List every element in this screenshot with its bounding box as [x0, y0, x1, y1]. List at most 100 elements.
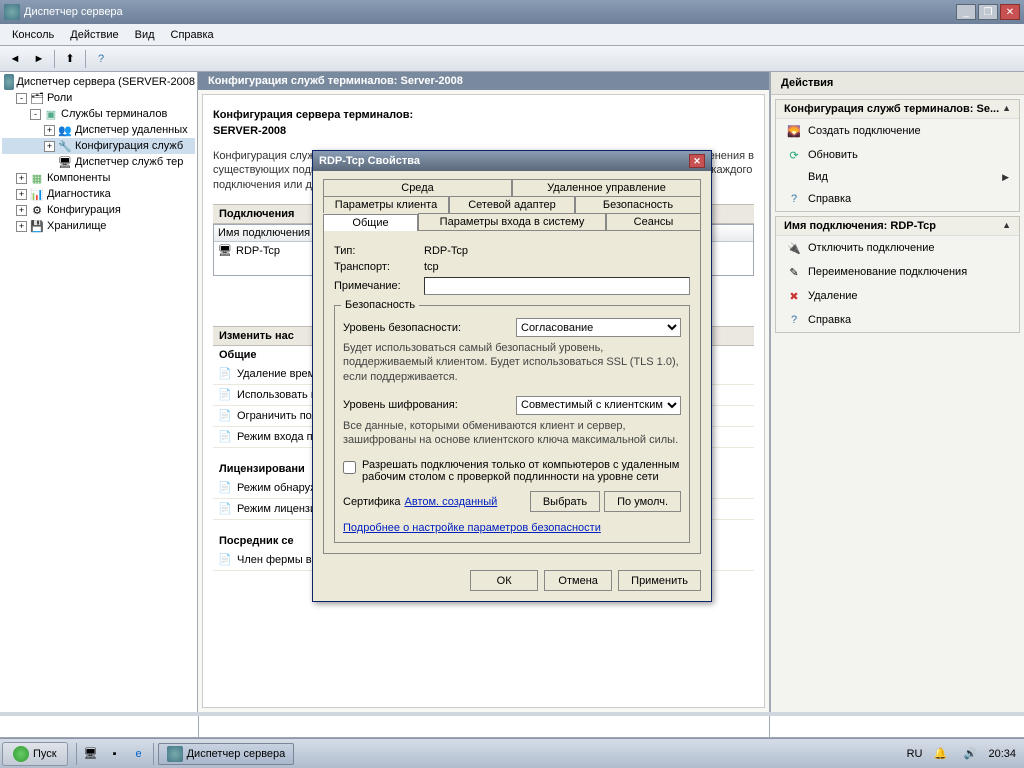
action-create[interactable]: 🌄Создать подключение — [776, 119, 1019, 143]
cert-link[interactable]: Автом. созданный — [405, 496, 498, 508]
note-input[interactable] — [424, 277, 690, 295]
tabs-row3: Общие Параметры входа в систему Сеансы — [323, 213, 701, 230]
tree-terminal-services[interactable]: - ▣ Службы терминалов — [2, 106, 195, 122]
dialog-titlebar[interactable]: RDP-Tcp Свойства ✕ — [313, 151, 711, 171]
sec-level-select[interactable]: Согласование — [516, 318, 681, 337]
action-view[interactable]: Вид▶ — [776, 167, 1019, 187]
nav-forward-button[interactable]: ► — [28, 49, 50, 69]
nla-label: Разрешать подключения только от компьюте… — [362, 459, 681, 483]
menu-action[interactable]: Действие — [62, 27, 126, 43]
expand-icon[interactable]: + — [16, 205, 27, 216]
action-delete[interactable]: ✖Удаление — [776, 284, 1019, 308]
task-server-manager[interactable]: Диспетчер сервера — [158, 743, 295, 765]
menu-help[interactable]: Справка — [163, 27, 222, 43]
ok-button[interactable]: ОК — [470, 570, 538, 591]
maximize-button[interactable]: ❐ — [978, 4, 998, 20]
taskbar: Пуск 🖥 ▪ e Диспетчер сервера RU 🔔 🔊 20:3… — [0, 738, 1024, 768]
tree-components[interactable]: + ▦ Компоненты — [2, 170, 195, 186]
more-security-link[interactable]: Подробнее о настройке параметров безопас… — [343, 522, 601, 534]
quicklaunch-cmd-icon[interactable]: ▪ — [105, 744, 125, 764]
minimize-button[interactable]: _ — [956, 4, 976, 20]
server-icon — [4, 74, 14, 90]
clock[interactable]: 20:34 — [988, 748, 1016, 760]
enc-select[interactable]: Совместимый с клиентским — [516, 396, 681, 415]
action-refresh[interactable]: ⟳Обновить — [776, 143, 1019, 167]
disable-icon: 🔌 — [786, 240, 802, 256]
action-disable[interactable]: 🔌Отключить подключение — [776, 236, 1019, 260]
tscfg-icon: 🔧 — [57, 138, 73, 154]
tab-client[interactable]: Параметры клиента — [323, 196, 449, 213]
apply-button[interactable]: Применить — [618, 570, 701, 591]
nla-checkbox[interactable] — [343, 461, 356, 474]
menu-console[interactable]: Консоль — [4, 27, 62, 43]
help-button[interactable]: ? — [90, 49, 112, 69]
delete-icon: ✖ — [786, 288, 802, 304]
tree-storage[interactable]: + 💾 Хранилище — [2, 218, 195, 234]
sunrise-icon: 🌄 — [786, 123, 802, 139]
close-button[interactable]: ✕ — [1000, 4, 1020, 20]
tree-diagnostics[interactable]: + 📊 Диагностика — [2, 186, 195, 202]
tray-volume-icon[interactable]: 🔊 — [960, 744, 980, 764]
bottom-splitter[interactable] — [0, 712, 1024, 738]
type-label: Тип: — [334, 245, 424, 257]
tab-general[interactable]: Общие — [323, 214, 418, 231]
security-group: Безопасность Уровень безопасности: Согла… — [334, 305, 690, 543]
tree-roles[interactable]: - 🗂 Роли — [2, 90, 195, 106]
expand-icon[interactable]: + — [16, 189, 27, 200]
actions-pane: Действия Конфигурация служб терминалов: … — [770, 72, 1024, 712]
expand-icon[interactable]: + — [44, 125, 55, 136]
expand-icon[interactable]: + — [44, 141, 55, 152]
system-tray: RU 🔔 🔊 20:34 — [901, 744, 1022, 764]
menu-view[interactable]: Вид — [127, 27, 163, 43]
actions-group2-header[interactable]: Имя подключения: RDP-Tcp▲ — [776, 217, 1019, 236]
tab-logon[interactable]: Параметры входа в систему — [418, 213, 606, 230]
collapse-icon[interactable]: - — [30, 109, 41, 120]
tree-ts-server[interactable]: 🖥 Диспетчер служб тер — [2, 154, 195, 170]
rename-icon: ✎ — [786, 264, 802, 280]
quicklaunch-ie-icon[interactable]: e — [129, 744, 149, 764]
tree-root[interactable]: Диспетчер сервера (SERVER-2008 — [2, 74, 195, 90]
ts-icon: ▣ — [43, 106, 59, 122]
default-cert-button[interactable]: По умолч. — [604, 491, 681, 512]
tab-remote[interactable]: Удаленное управление — [512, 179, 701, 196]
tab-security[interactable]: Безопасность — [575, 196, 701, 213]
tree-components-label: Компоненты — [47, 172, 110, 184]
dialog-close-button[interactable]: ✕ — [689, 154, 705, 168]
expand-icon[interactable]: + — [16, 173, 27, 184]
tab-sessions[interactable]: Сеансы — [606, 213, 701, 230]
collapse-icon[interactable]: - — [16, 93, 27, 104]
start-button[interactable]: Пуск — [2, 742, 68, 766]
tab-adapter[interactable]: Сетевой адаптер — [449, 196, 575, 213]
doc-icon: 📄 — [217, 480, 233, 496]
actions-group-2: Имя подключения: RDP-Tcp▲ 🔌Отключить под… — [775, 216, 1020, 333]
tree-root-label: Диспетчер сервера (SERVER-2008 — [16, 76, 195, 88]
chevron-right-icon: ▶ — [1002, 172, 1009, 183]
action-help2[interactable]: ?Справка — [776, 308, 1019, 332]
nav-back-button[interactable]: ◄ — [4, 49, 26, 69]
cancel-button[interactable]: Отмена — [544, 570, 612, 591]
config-icon: ⚙ — [29, 202, 45, 218]
tree-tsrv-label: Диспетчер служб тер — [75, 156, 183, 168]
doc-icon: 📄 — [217, 429, 233, 445]
action-help[interactable]: ?Справка — [776, 187, 1019, 211]
task-label: Диспетчер сервера — [187, 748, 286, 760]
tray-icon[interactable]: 🔔 — [930, 744, 950, 764]
transport-label: Транспорт: — [334, 261, 424, 273]
tree-remote-mgr[interactable]: + 👥 Диспетчер удаленных — [2, 122, 195, 138]
chevron-up-icon: ▲ — [1002, 103, 1011, 115]
tab-environment[interactable]: Среда — [323, 179, 512, 196]
window-title: Диспетчер сервера — [24, 6, 956, 18]
quicklaunch-server-icon[interactable]: 🖥 — [81, 744, 101, 764]
tree-ts-config[interactable]: + 🔧 Конфигурация служб — [2, 138, 195, 154]
navigation-tree[interactable]: Диспетчер сервера (SERVER-2008 - 🗂 Роли … — [0, 72, 198, 712]
up-button[interactable]: ⬆ — [59, 49, 81, 69]
actions-group1-header[interactable]: Конфигурация служб терминалов: Se...▲ — [776, 100, 1019, 119]
tab-content-general: Тип:RDP-Tcp Транспорт:tcp Примечание: Бе… — [323, 230, 701, 554]
select-cert-button[interactable]: Выбрать — [530, 491, 600, 512]
action-rename[interactable]: ✎Переименование подключения — [776, 260, 1019, 284]
expand-icon[interactable]: + — [16, 221, 27, 232]
tsrv-icon: 🖥 — [57, 154, 73, 170]
enc-label: Уровень шифрования: — [343, 399, 510, 411]
lang-indicator[interactable]: RU — [907, 748, 923, 760]
tree-configuration[interactable]: + ⚙ Конфигурация — [2, 202, 195, 218]
